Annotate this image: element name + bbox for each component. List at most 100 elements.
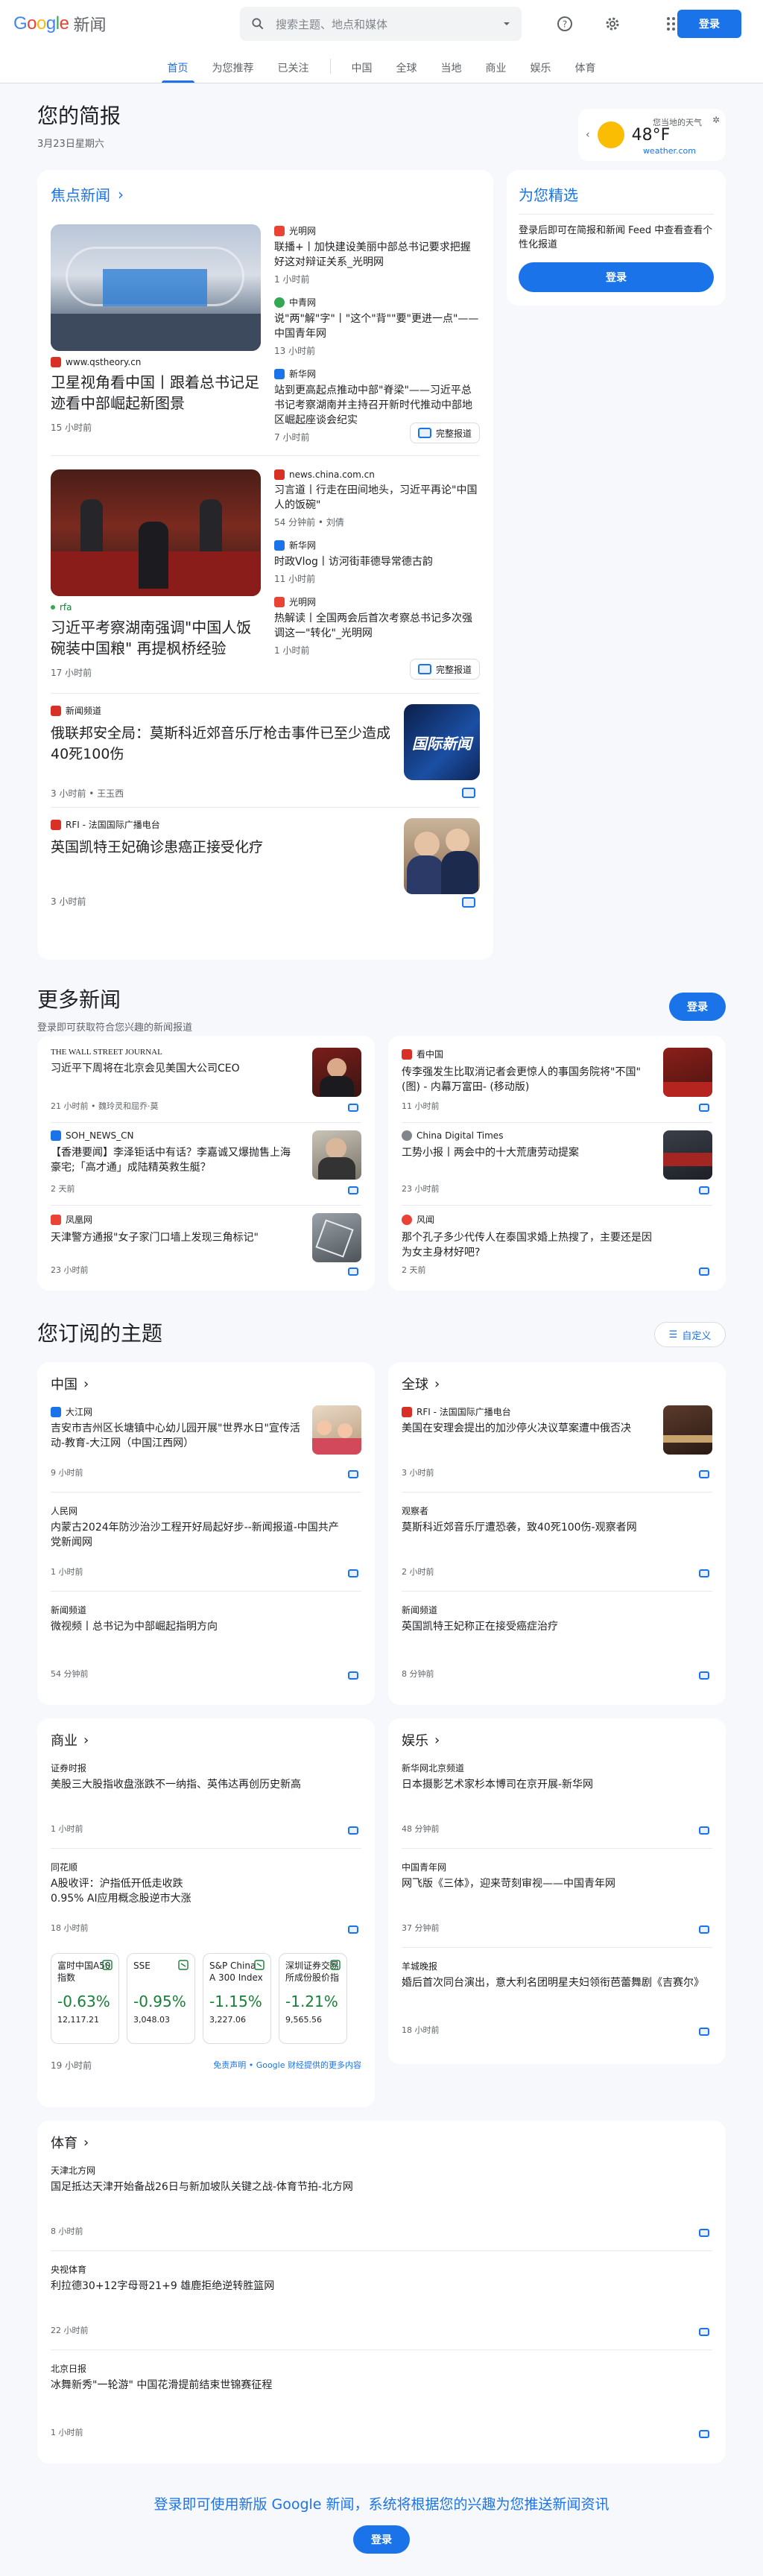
news-headline[interactable]: 传李强发生比取消记者会更惊人的事国务院将"不国"(图) - 内幕万富田- (移动… xyxy=(402,1065,648,1095)
picks-signin-button[interactable]: 登录 xyxy=(519,262,714,292)
tab-entertainment[interactable]: 娱乐 xyxy=(519,60,563,83)
sub-story-headline[interactable]: 热解读丨全国两会后首次考察总书记多次强调这一"转化"_光明网 xyxy=(274,611,480,641)
topic-item-headline[interactable]: 网飞版《三体》，迎来苛刻审视——中国青年网 xyxy=(402,1876,712,1891)
story-thumbnail[interactable] xyxy=(404,818,480,894)
topic-item-headline[interactable]: 莫斯科近郊音乐厅遭恐袭，致40死100伤-观察者网 xyxy=(402,1520,692,1535)
topic-item-thumbnail[interactable] xyxy=(312,1405,361,1455)
full-coverage-icon[interactable] xyxy=(699,1268,709,1276)
weather-source[interactable]: weather.com xyxy=(643,146,696,156)
news-headline[interactable]: 习近平下周将在北京会见美国大公司CEO xyxy=(51,1061,297,1076)
topic-item-headline[interactable]: 冰舞新秀"一轮游" 中国花滑提前结束世锦赛征程 xyxy=(51,2378,712,2393)
tab-world[interactable]: 全球 xyxy=(384,60,429,83)
topic-title-sports[interactable]: 体育 › xyxy=(51,2133,712,2152)
story-thumbnail[interactable]: 国际新闻 xyxy=(404,704,480,780)
sub-story-headline[interactable]: 联播+丨加快建设美丽中部总书记要求把握好这对辩证关系_光明网 xyxy=(274,240,480,270)
full-coverage-icon[interactable] xyxy=(348,1671,358,1680)
story-image[interactable] xyxy=(51,224,261,351)
story-headline[interactable]: 习近平考察湖南强调"中国人饭碗装中国粮" 再提枫桥经验 xyxy=(51,617,261,659)
chevron-down-icon[interactable] xyxy=(502,19,511,28)
sub-story-headline[interactable]: 站到更高起点推动中部"脊梁"——习近平总书记考察湖南并主持召开新时代推动中部地区… xyxy=(274,383,480,428)
full-coverage-button[interactable]: 完整报道 xyxy=(409,659,480,680)
topic-title-business[interactable]: 商业 › xyxy=(51,1730,361,1750)
full-coverage-icon[interactable] xyxy=(348,1826,358,1835)
story-headline[interactable]: 俄联邦安全局：莫斯科近郊音乐厅枪击事件已至少造成40死100伤 xyxy=(51,723,401,765)
gear-icon[interactable] xyxy=(598,9,627,39)
sub-story-headline[interactable]: 说"两"解"字"丨"这个"背""要"更进一点"——中国青年网 xyxy=(274,311,480,341)
topic-item-headline[interactable]: 婚后首次同台演出，意大利名团明星夫妇领衔芭蕾舞剧《吉赛尔》 xyxy=(402,1975,704,1990)
more-news-signin-button[interactable]: 登录 xyxy=(669,993,726,1021)
story-image[interactable] xyxy=(51,469,261,596)
full-coverage-icon[interactable] xyxy=(699,2028,709,2036)
news-thumbnail[interactable] xyxy=(312,1213,361,1262)
topic-title-entertainment[interactable]: 娱乐 › xyxy=(402,1730,712,1750)
full-coverage-icon[interactable] xyxy=(699,1470,709,1478)
stock-ticker[interactable]: 富时中国A50指数 -0.63% 12,117.21 xyxy=(51,1953,119,2044)
full-coverage-icon[interactable] xyxy=(699,2229,709,2237)
news-headline[interactable]: 工势小报丨两会中的十大荒唐劳动提案 xyxy=(402,1145,648,1160)
full-coverage-icon[interactable] xyxy=(699,1671,709,1680)
news-thumbnail[interactable] xyxy=(663,1048,712,1097)
stock-ticker[interactable]: 深圳证券交易所成份股价指数-1.21%9,565.56 xyxy=(279,1953,347,2044)
news-headline[interactable]: 那个孔子多少代传人在泰国求婚上热搜了，主要还是因为女主身材好吧? xyxy=(402,1230,655,1260)
topic-item-headline[interactable]: 利拉德30+12字母哥21+9 雄鹿拒绝逆转胜篮网 xyxy=(51,2279,712,2294)
topic-title-china[interactable]: 中国 › xyxy=(51,1374,361,1393)
search-input[interactable]: 搜索主题、地点和媒体 xyxy=(276,16,502,32)
tab-local[interactable]: 当地 xyxy=(429,60,474,83)
stock-ticker[interactable]: S&P China A 300 Index (CNY)-1.15%3,227.0… xyxy=(203,1953,271,2044)
topic-item-headline[interactable]: 美股三大股指收盘涨跌不一纳指、英伟达再创历史新高 xyxy=(51,1777,361,1792)
tab-home[interactable]: 首页 xyxy=(156,60,200,83)
news-thumbnail[interactable] xyxy=(312,1130,361,1180)
weather-gear-icon[interactable]: ✲ xyxy=(712,115,720,125)
full-coverage-icon[interactable] xyxy=(699,1826,709,1835)
full-coverage-icon[interactable] xyxy=(348,1104,358,1112)
story-headline[interactable]: 英国凯特王妃确诊患癌正接受化疗 xyxy=(51,837,401,858)
full-coverage-icon[interactable] xyxy=(699,1569,709,1577)
topic-item-headline[interactable]: 内蒙古2024年防沙治沙工程开好局起好步--新闻报道-中国共产党新闻网 xyxy=(51,1520,349,1550)
topic-item-thumbnail[interactable] xyxy=(663,1405,712,1455)
topic-item-headline[interactable]: 吉安市吉州区长塘镇中心幼儿园开展"世界水日"宣传活动-教育-大江网（中国江西网） xyxy=(51,1421,304,1451)
tab-sports[interactable]: 体育 xyxy=(563,60,608,83)
weather-widget[interactable]: ‹ 48°F 您当地的天气 weather.com ✲ xyxy=(578,109,726,161)
topic-title-world[interactable]: 全球 › xyxy=(402,1374,712,1393)
news-headline[interactable]: 天津警方通报"女子家门口墙上发现三角标记" xyxy=(51,1230,297,1245)
full-coverage-icon[interactable] xyxy=(348,1186,358,1194)
topic-item-headline[interactable]: 国足抵达天津开始备战26日与新加坡队关键之战-体育节拍-北方网 xyxy=(51,2180,712,2194)
stock-ticker[interactable]: SSE -0.95% 3,048.03 xyxy=(127,1953,195,2044)
top-stories-title[interactable]: 焦点新闻 › xyxy=(51,183,480,205)
full-coverage-icon[interactable] xyxy=(699,1186,709,1194)
finance-disclaimer-link[interactable]: 免责声明 • Google 财经提供的更多内容 xyxy=(213,2059,361,2072)
full-coverage-icon[interactable] xyxy=(699,1925,709,1934)
full-coverage-icon[interactable] xyxy=(348,1925,358,1934)
tab-china[interactable]: 中国 xyxy=(340,60,384,83)
topic-item-headline[interactable]: 美国在安理会提出的加沙停火决议草案遭中俄否决 xyxy=(402,1421,655,1436)
help-icon[interactable]: ? xyxy=(550,9,580,39)
full-coverage-icon[interactable] xyxy=(699,2430,709,2438)
signin-button[interactable]: 登录 xyxy=(677,10,741,38)
full-coverage-icon[interactable] xyxy=(348,1470,358,1478)
customize-button[interactable]: ☰ 自定义 xyxy=(654,1322,726,1347)
full-coverage-icon[interactable] xyxy=(699,1104,709,1112)
topic-item-headline[interactable]: A股收评：沪指低开低走收跌0.95% AI应用概念股逆市大涨 xyxy=(51,1876,215,1906)
news-thumbnail[interactable] xyxy=(312,1048,361,1097)
sub-story-headline[interactable]: 习言道丨行走在田间地头，习近平再论"中国人的饭碗" xyxy=(274,483,480,513)
topic-item-headline[interactable]: 微视频丨总书记为中部崛起指明方向 xyxy=(51,1619,361,1634)
full-coverage-icon[interactable] xyxy=(348,1569,358,1577)
footer-signin-button[interactable]: 登录 xyxy=(353,2525,410,2554)
topic-item-headline[interactable]: 英国凯特王妃称正在接受癌症治疗 xyxy=(402,1619,712,1634)
full-coverage-button[interactable]: 完整报道 xyxy=(409,423,480,443)
story-headline[interactable]: 卫星视角看中国丨跟着总书记足迹看中部崛起新图景 xyxy=(51,372,261,414)
tab-for-you[interactable]: 为您推荐 xyxy=(200,60,266,83)
chevron-left-icon[interactable]: ‹ xyxy=(586,129,590,141)
full-coverage-icon[interactable] xyxy=(348,1268,358,1276)
sub-story-headline[interactable]: 时政Vlog丨访河街菲德导常德古韵 xyxy=(274,554,480,569)
google-news-logo[interactable]: Google 新闻 xyxy=(13,12,106,36)
full-coverage-icon[interactable] xyxy=(699,2328,709,2336)
topic-item-headline[interactable]: 日本摄影艺术家杉本博司在京开展-新华网 xyxy=(402,1777,712,1792)
tab-business[interactable]: 商业 xyxy=(474,60,519,83)
tab-following[interactable]: 已关注 xyxy=(266,60,321,83)
news-thumbnail[interactable] xyxy=(663,1130,712,1180)
full-coverage-icon[interactable] xyxy=(462,788,475,798)
full-coverage-icon[interactable] xyxy=(462,897,475,908)
search-box[interactable]: 搜索主题、地点和媒体 xyxy=(240,7,522,41)
news-headline[interactable]: 【香港要闻】李泽钜话中有话？李嘉诚又爆抛售上海豪宅;「高才通」成陆精英救生艇？ xyxy=(51,1145,297,1175)
